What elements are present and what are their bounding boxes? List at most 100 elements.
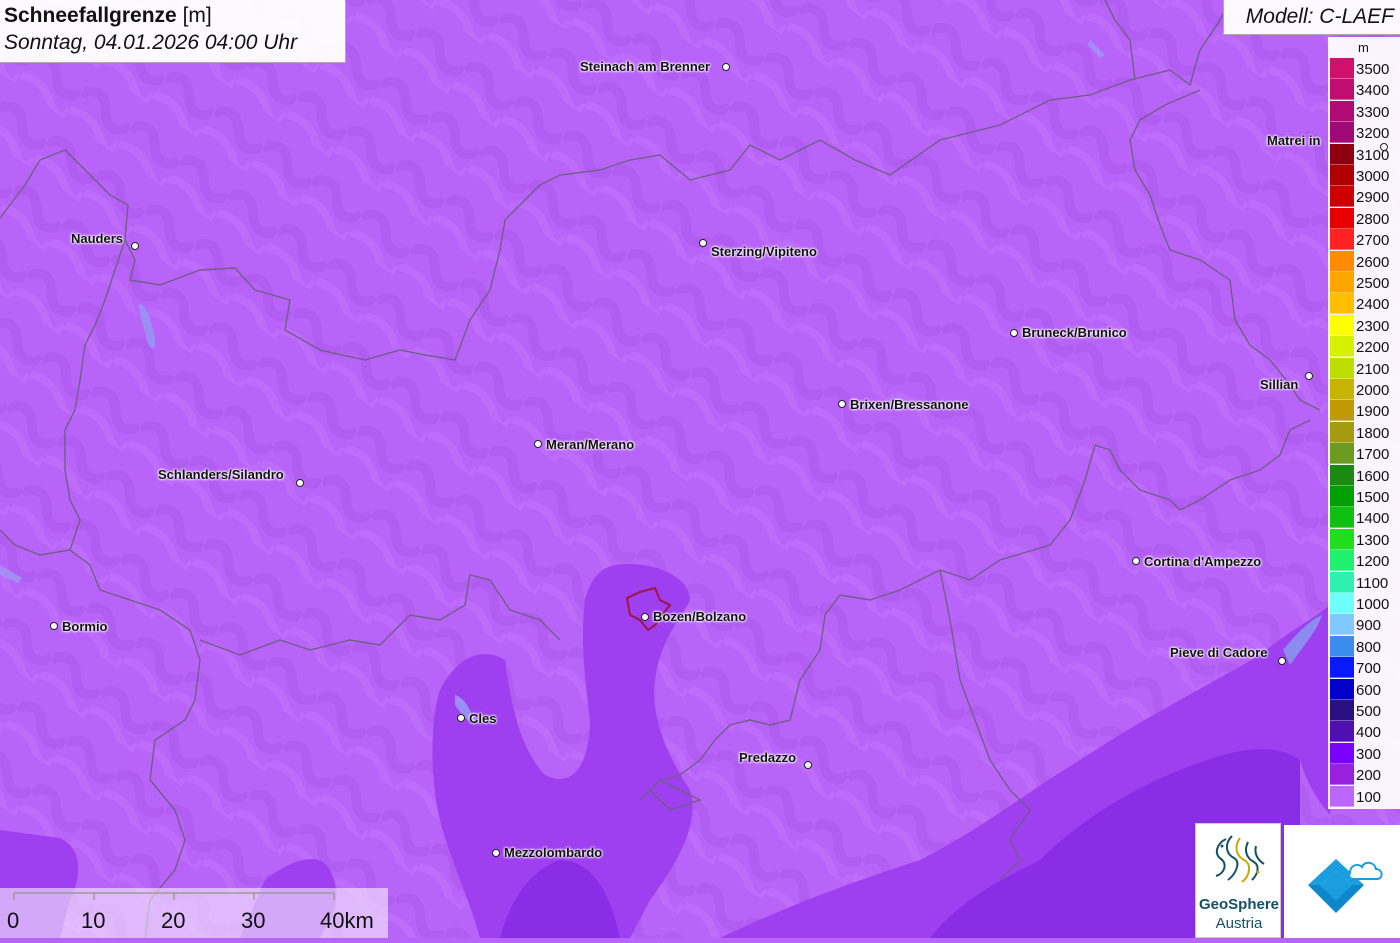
legend-row: 400: [1330, 721, 1400, 743]
legend-value: 2700: [1356, 232, 1390, 250]
scale-label-10: 10: [81, 908, 106, 933]
legend-swatch: [1330, 443, 1354, 465]
legend-swatch: [1330, 464, 1354, 486]
legend-swatch: [1330, 550, 1354, 572]
variable-unit: [m]: [182, 4, 212, 27]
legend-unit: m: [1358, 40, 1369, 55]
legend-row: 3400: [1330, 79, 1400, 101]
city-dot[interactable]: [1305, 372, 1313, 380]
legend-value: 1200: [1356, 553, 1390, 571]
city-dot[interactable]: [492, 849, 500, 857]
city-label[interactable]: Bruneck/Brunico: [1022, 325, 1127, 340]
city-label[interactable]: Meran/Merano: [546, 437, 634, 452]
legend-row: 2200: [1330, 336, 1400, 358]
legend-row: 2800: [1330, 207, 1400, 229]
city-dot[interactable]: [131, 242, 139, 250]
legend-row: 3500: [1330, 58, 1400, 79]
city-label[interactable]: Mezzolombardo: [504, 845, 602, 860]
city-label[interactable]: Schlanders/Silandro: [158, 467, 284, 482]
geosphere-logo[interactable]: GeoSphere Austria: [1195, 823, 1281, 938]
legend-value: 400: [1356, 724, 1382, 742]
city-dot[interactable]: [50, 622, 58, 630]
legend-row: 1900: [1330, 400, 1400, 422]
legend-row: 3200: [1330, 122, 1400, 144]
legend-row: 700: [1330, 657, 1400, 679]
legend-value: 700: [1356, 660, 1382, 678]
legend-swatch: [1330, 486, 1354, 507]
city-dot[interactable]: [1380, 143, 1388, 151]
legend-value: 1000: [1356, 596, 1390, 613]
legend-value: 3500: [1356, 61, 1390, 78]
legend-value: 2800: [1356, 210, 1390, 228]
city-label[interactable]: Predazzo: [739, 750, 796, 765]
legend-swatch: [1330, 400, 1354, 422]
city-label[interactable]: Brixen/Bressanone: [850, 397, 969, 412]
city-dot[interactable]: [699, 239, 707, 247]
city-label[interactable]: Matrei in: [1267, 133, 1320, 148]
city-label[interactable]: Nauders: [71, 231, 123, 246]
legend-row: 800: [1330, 635, 1400, 657]
legend-row: 1500: [1330, 486, 1400, 507]
arrow-cloud-logo[interactable]: [1284, 825, 1400, 938]
legend-value: 300: [1356, 745, 1382, 763]
legend-row: 2100: [1330, 357, 1400, 379]
legend-swatch: [1330, 785, 1354, 807]
variable-name: Schneefallgrenze: [4, 4, 177, 27]
city-dot[interactable]: [804, 761, 812, 769]
city-dot[interactable]: [838, 400, 846, 408]
legend-value: 2200: [1356, 339, 1390, 357]
city-dot[interactable]: [722, 63, 730, 71]
legend-value: 1500: [1356, 489, 1390, 506]
color-legend: m 3500 3400 3300 3200 3100 3000 2900 2800 2700 26…: [1328, 37, 1400, 809]
city-dot[interactable]: [296, 479, 304, 487]
geosphere-line2: Austria: [1215, 915, 1263, 932]
legend-value: 3000: [1356, 168, 1390, 185]
city-label[interactable]: Bormio: [62, 619, 108, 634]
legend-swatch: [1330, 678, 1354, 700]
legend-value: 1600: [1356, 467, 1390, 485]
legend-row: 1700: [1330, 443, 1400, 465]
legend-value: 200: [1356, 767, 1382, 785]
city-label[interactable]: Cortina d'Ampezzo: [1144, 554, 1261, 569]
city-label[interactable]: Sterzing/Vipiteno: [711, 244, 817, 259]
legend-row: 2600: [1330, 250, 1400, 272]
legend-row: 3300: [1330, 100, 1400, 122]
legend-value: 1900: [1356, 403, 1390, 421]
legend-value: 2100: [1356, 360, 1390, 378]
city-dot[interactable]: [1278, 657, 1286, 665]
legend-value: 100: [1356, 788, 1382, 806]
city-label[interactable]: Cles: [469, 711, 496, 726]
legend-swatch: [1330, 229, 1354, 251]
legend-swatch: [1330, 314, 1354, 336]
legend-swatch: [1330, 100, 1354, 122]
legend-row: 300: [1330, 742, 1400, 764]
city-dot[interactable]: [534, 440, 542, 448]
legend-row: 3100: [1330, 143, 1400, 165]
legend-swatch: [1330, 207, 1354, 229]
legend-value: 2000: [1356, 382, 1390, 399]
legend-row: 1100: [1330, 571, 1400, 593]
legend-row: 1400: [1330, 507, 1400, 529]
legend-row: 2400: [1330, 293, 1400, 315]
legend-row: 1600: [1330, 464, 1400, 486]
city-dot[interactable]: [457, 714, 465, 722]
legend-swatch: [1330, 293, 1354, 315]
legend-value: 800: [1356, 638, 1382, 656]
legend-swatch: [1330, 250, 1354, 272]
legend-row: 1300: [1330, 528, 1400, 550]
scale-label-0: 0: [7, 908, 20, 933]
legend-swatch: [1330, 122, 1354, 144]
legend-swatch: [1330, 379, 1354, 400]
city-label[interactable]: Steinach am Brenner: [580, 59, 710, 74]
city-dot[interactable]: [1010, 329, 1018, 337]
legend-value: 1400: [1356, 510, 1390, 528]
legend-value: 500: [1356, 703, 1382, 720]
city-label[interactable]: Pieve di Cadore: [1170, 645, 1268, 660]
city-dot[interactable]: [1132, 557, 1140, 565]
legend-value: 2600: [1356, 253, 1390, 271]
city-label[interactable]: Sillian: [1260, 377, 1298, 392]
city-dot[interactable]: [641, 613, 649, 621]
city-label[interactable]: Bozen/Bolzano: [653, 609, 746, 624]
model-label: Modell: C-LAEF: [1223, 0, 1400, 35]
legend-swatch: [1330, 79, 1354, 101]
